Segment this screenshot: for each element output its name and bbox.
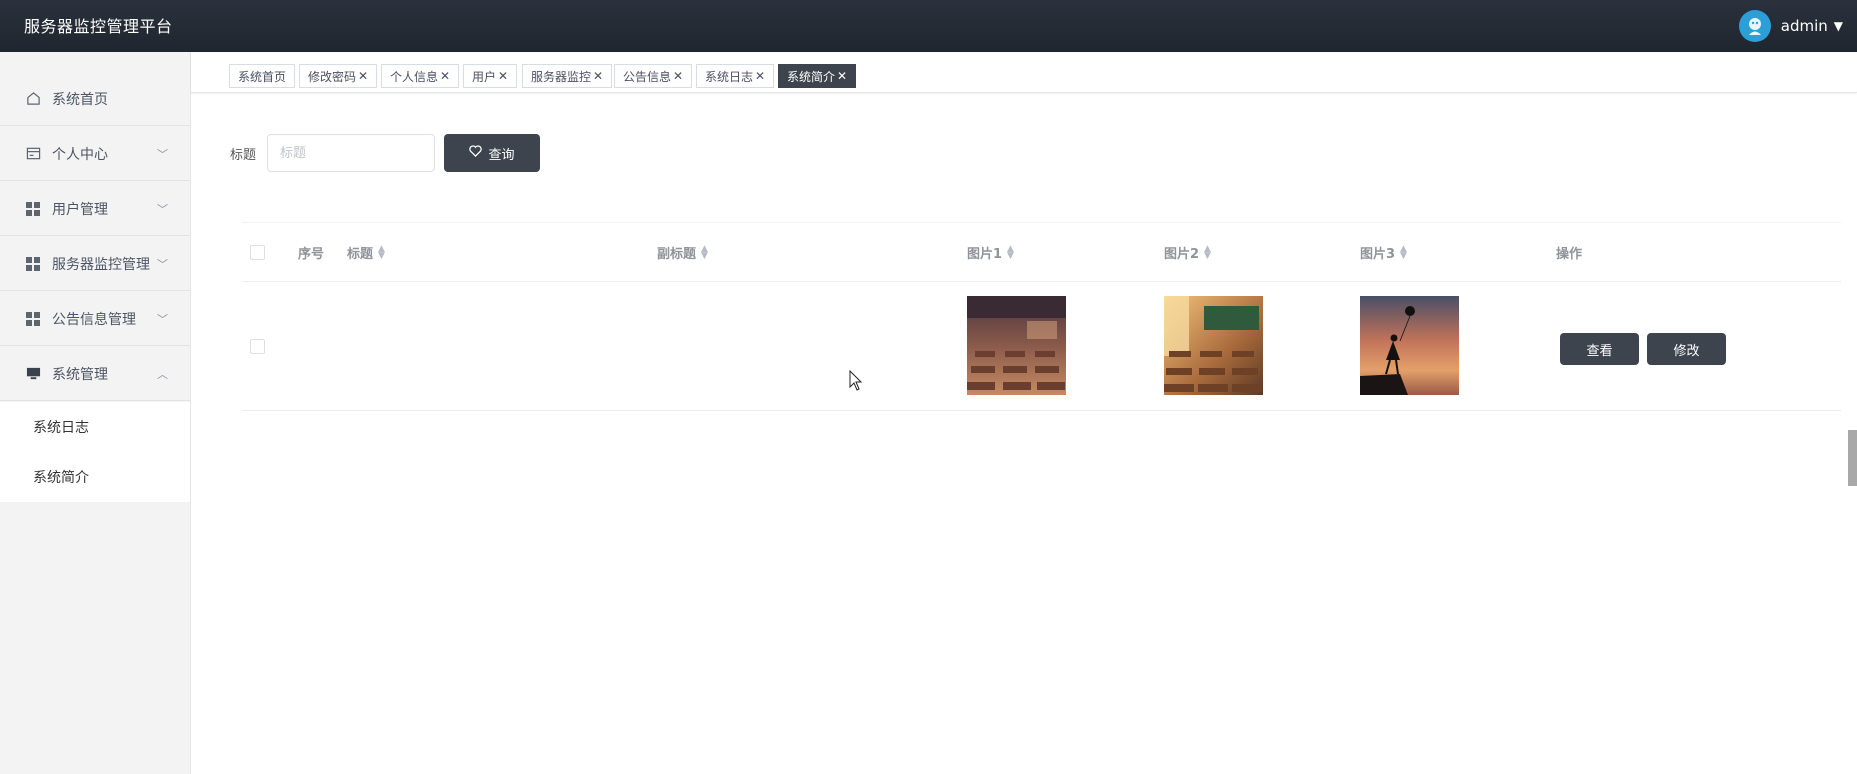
tab-system-intro[interactable]: 系统简介 ✕ [778,64,857,88]
edit-button[interactable]: 修改 [1647,333,1726,365]
tab-system-home[interactable]: 系统首页 [229,64,296,88]
table-header: 序号 标题 ▲ ▼ 副标题 ▲ ▼ 图片1 ▲ ▼ 图片2 ▲ ▼ 图片3 ▲ ▼ 操作 [242,223,1841,282]
sidebar-item-label: 公告信息管理 [52,311,136,328]
chevron-up-icon: ︿ [157,367,168,381]
row-checkbox[interactable] [250,339,265,354]
tab-server-monitor[interactable]: 服务器监控 ✕ [522,64,613,88]
tab-personal-info[interactable]: 个人信息 ✕ [381,64,460,88]
grid-icon [25,201,41,217]
tab-notice-info[interactable]: 公告信息 ✕ [614,64,693,88]
column-header-image3[interactable]: 图片3 ▲ ▼ [1360,243,1407,262]
column-label: 图片1 [967,247,1003,262]
grid-icon [25,256,41,272]
sidebar-subitem-system-intro[interactable]: 系统简介 [33,467,89,487]
sort-icon[interactable]: ▲ ▼ [701,244,708,260]
monitor-icon [25,366,41,382]
sidebar-item-system-management[interactable]: 系统管理 ︿ [0,347,190,401]
column-label: 标题 [347,247,374,262]
column-label: 图片2 [1164,247,1200,262]
girl-balloon-silhouette-image[interactable] [1360,296,1459,395]
classroom-sunlit-image[interactable] [1164,296,1263,395]
tab-label: 公告信息 [623,69,672,84]
sidebar-item-personal-center[interactable]: 个人中心 ﹀ [0,127,190,181]
search-button[interactable]: 查询 [444,134,540,172]
tab-label: 个人信息 [390,69,439,84]
system-submenu: 系统日志 系统简介 [0,402,190,502]
chevron-down-icon[interactable]: ▼ [1834,19,1843,33]
column-header-subtitle[interactable]: 副标题 ▲ ▼ [657,243,708,262]
vertical-scrollbar-thumb[interactable] [1848,430,1857,486]
user-menu[interactable]: admin ▼ [1738,8,1843,44]
close-icon[interactable]: ✕ [755,69,765,83]
column-header-title[interactable]: 标题 ▲ ▼ [347,243,385,262]
tab-label: 修改密码 [308,69,357,84]
search-button-label: 查询 [488,147,515,163]
column-label: 序号 [298,247,325,262]
view-button[interactable]: 查看 [1560,333,1639,365]
table-row: 查看 修改 [242,282,1841,411]
sort-icon[interactable]: ▲ ▼ [1007,244,1014,260]
home-icon [25,91,41,107]
tab-label: 系统首页 [238,69,287,84]
column-header-index: 序号 [298,243,324,262]
username[interactable]: admin [1781,17,1828,35]
sidebar-item-label: 服务器监控管理 [52,256,150,273]
sort-icon[interactable]: ▲ ▼ [378,244,385,260]
select-all-checkbox[interactable] [250,245,265,260]
sidebar-item-label: 个人中心 [52,146,108,163]
close-icon[interactable]: ✕ [358,69,368,83]
tab-label: 系统日志 [705,69,754,84]
column-label: 操作 [1556,247,1583,262]
column-header-image2[interactable]: 图片2 ▲ ▼ [1164,243,1211,262]
chevron-down-icon: ﹀ [157,312,168,326]
close-icon[interactable]: ✕ [837,69,847,83]
tab-label: 用户 [472,69,497,84]
classroom-dusk-image[interactable] [967,296,1066,395]
card-icon [25,146,41,162]
sidebar-item-label: 用户管理 [52,201,108,218]
sidebar-subitem-system-log[interactable]: 系统日志 [33,417,89,437]
chevron-down-icon: ﹀ [157,257,168,271]
sidebar-item-label: 系统管理 [52,366,108,383]
tab-system-log[interactable]: 系统日志 ✕ [696,64,775,88]
chevron-down-icon: ﹀ [157,147,168,161]
app-title: 服务器监控管理平台 [24,17,173,36]
top-navbar: 服务器监控管理平台 admin ▼ [0,0,1857,52]
close-icon[interactable]: ✕ [593,69,603,83]
sort-icon[interactable]: ▲ ▼ [1400,244,1407,260]
column-header-actions: 操作 [1556,243,1582,262]
sidebar: 系统首页 个人中心 ﹀ 用户管理 ﹀ 服务器监控管理 ﹀ 公告信息管理 ﹀ 系统… [0,52,191,774]
sidebar-item-home[interactable]: 系统首页 [0,72,190,126]
heart-icon [469,145,483,161]
sidebar-item-server-monitor-management[interactable]: 服务器监控管理 ﹀ [0,237,190,291]
avatar[interactable] [1738,10,1771,42]
tab-user[interactable]: 用户 ✕ [463,64,518,88]
sidebar-item-label: 系统首页 [52,91,108,108]
grid-icon [25,311,41,327]
close-icon[interactable]: ✕ [440,69,450,83]
data-table: 序号 标题 ▲ ▼ 副标题 ▲ ▼ 图片1 ▲ ▼ 图片2 ▲ ▼ 图片3 ▲ ▼ 操作 [242,222,1841,411]
sidebar-item-user-management[interactable]: 用户管理 ﹀ [0,182,190,236]
column-label: 图片3 [1360,247,1396,262]
tab-label: 服务器监控 [531,69,592,84]
sidebar-item-notice-management[interactable]: 公告信息管理 ﹀ [0,292,190,346]
column-header-image1[interactable]: 图片1 ▲ ▼ [967,243,1014,262]
sort-icon[interactable]: ▲ ▼ [1204,244,1211,260]
title-search-input[interactable] [267,134,435,172]
mouse-cursor-icon [849,370,863,391]
close-icon[interactable]: ✕ [673,69,683,83]
column-label: 副标题 [657,247,697,262]
tab-change-password[interactable]: 修改密码 ✕ [299,64,378,88]
tags-view-bar: 系统首页 修改密码 ✕ 个人信息 ✕ 用户 ✕ 服务器监控 ✕ 公告信息 ✕ 系统日志 ✕ … [191,52,1857,93]
close-icon[interactable]: ✕ [498,69,508,83]
chevron-down-icon: ﹀ [157,202,168,216]
search-label: 标题 [230,148,257,163]
tab-label: 系统简介 [787,69,836,84]
